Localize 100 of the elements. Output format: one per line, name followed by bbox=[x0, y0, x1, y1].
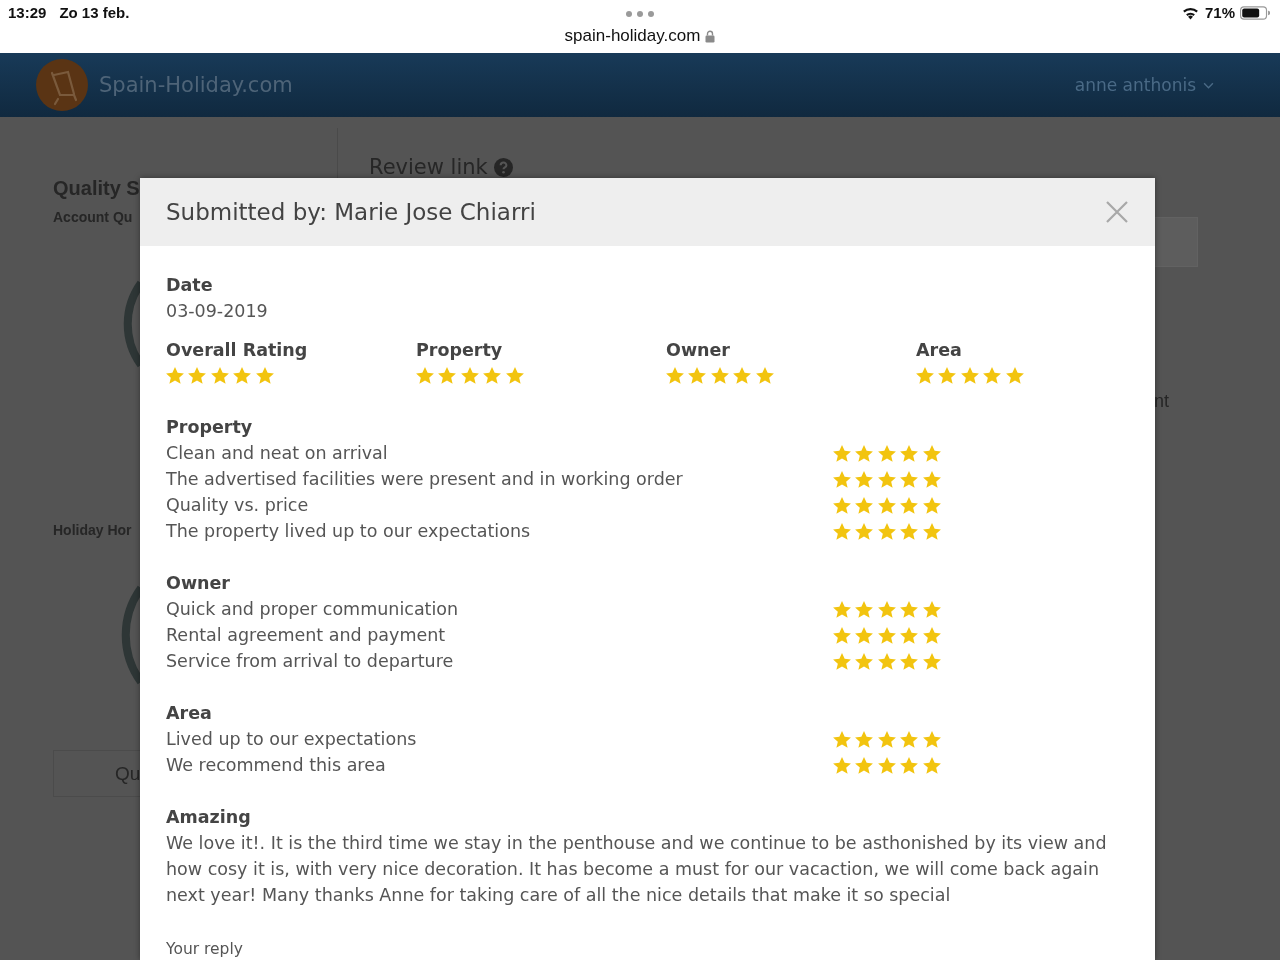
star-icon bbox=[900, 652, 919, 670]
section-heading: Property bbox=[166, 416, 253, 439]
star-icon bbox=[416, 367, 434, 384]
star-icon bbox=[922, 600, 941, 618]
criterion-label: Rental agreement and payment bbox=[166, 624, 446, 647]
dialog-title: Submitted by: Marie Jose Chiarri bbox=[166, 199, 536, 225]
section-heading: Owner bbox=[166, 572, 230, 595]
star-icon bbox=[877, 756, 896, 774]
star-icon bbox=[900, 470, 919, 488]
star-icon bbox=[833, 496, 851, 514]
rating-label: Overall Rating bbox=[166, 339, 308, 362]
review-title: Amazing bbox=[166, 806, 251, 829]
star-icon bbox=[922, 522, 941, 540]
star-icon bbox=[900, 522, 919, 540]
star-icon bbox=[877, 444, 896, 462]
star-icon bbox=[900, 626, 919, 644]
star-icon bbox=[900, 496, 919, 514]
star-icon bbox=[900, 756, 919, 774]
star-icon bbox=[922, 470, 941, 488]
criterion-label: We recommend this area bbox=[166, 754, 386, 777]
star-icon bbox=[505, 367, 524, 384]
logo-text[interactable]: Spain-Holiday.com bbox=[99, 73, 293, 97]
criterion-label: The advertised facilities were present and in working order bbox=[166, 468, 683, 491]
status-date: Zo 13 feb. bbox=[59, 4, 130, 21]
field-value: 03-09-2019 bbox=[166, 300, 268, 323]
star-icon bbox=[255, 367, 274, 384]
chair-logo-icon[interactable] bbox=[36, 59, 88, 111]
star-icon bbox=[938, 367, 957, 384]
star-icon bbox=[877, 522, 896, 540]
star-icon bbox=[916, 367, 934, 384]
star-icon bbox=[483, 367, 502, 384]
star-icon bbox=[877, 470, 896, 488]
address-url[interactable]: spain-holiday.com bbox=[564, 26, 701, 46]
star-icon bbox=[922, 652, 941, 670]
star-icon bbox=[855, 730, 874, 748]
star-icon bbox=[877, 626, 896, 644]
field-label: Date bbox=[166, 274, 213, 297]
section-heading: Area bbox=[166, 702, 212, 725]
star-icon bbox=[833, 626, 851, 644]
input-field[interactable] bbox=[1154, 217, 1198, 267]
star-icon bbox=[210, 367, 229, 384]
star-icon bbox=[855, 626, 874, 644]
chevron-down-icon bbox=[1203, 81, 1214, 89]
star-icon bbox=[922, 730, 941, 748]
battery-percentage: 71% bbox=[1204, 4, 1235, 21]
rating-label: Area bbox=[916, 339, 962, 362]
star-icon bbox=[877, 730, 896, 748]
star-icon bbox=[877, 496, 896, 514]
star-icon bbox=[833, 522, 851, 540]
star-icon bbox=[960, 367, 979, 384]
star-icon bbox=[855, 444, 874, 462]
reply-label: Your reply bbox=[166, 939, 243, 959]
star-icon bbox=[855, 470, 874, 488]
criterion-label: The property lived up to our expectations bbox=[166, 520, 531, 543]
star-icon bbox=[877, 600, 896, 618]
star-icon bbox=[855, 496, 874, 514]
star-icon bbox=[877, 652, 896, 670]
dots-icon[interactable] bbox=[626, 11, 654, 17]
star-icon bbox=[922, 444, 941, 462]
star-icon bbox=[855, 652, 874, 670]
star-icon bbox=[755, 367, 774, 384]
criterion-label: Service from arrival to departure bbox=[166, 650, 454, 673]
star-icon bbox=[833, 756, 851, 774]
help-icon[interactable] bbox=[493, 157, 513, 177]
battery-icon bbox=[1240, 5, 1270, 20]
star-icon bbox=[922, 626, 941, 644]
close-button[interactable] bbox=[1106, 201, 1128, 223]
star-icon bbox=[188, 367, 207, 384]
criterion-label: Lived up to our expectations bbox=[166, 728, 417, 751]
star-icon bbox=[833, 470, 851, 488]
star-icon bbox=[733, 367, 752, 384]
star-icon bbox=[688, 367, 707, 384]
star-icon bbox=[833, 652, 851, 670]
close-icon bbox=[1106, 201, 1128, 223]
star-icon bbox=[460, 367, 479, 384]
star-icon bbox=[233, 367, 252, 384]
star-icon bbox=[855, 522, 874, 540]
star-icon bbox=[166, 367, 184, 384]
star-icon bbox=[1005, 367, 1024, 384]
criterion-label: Quality vs. price bbox=[166, 494, 309, 517]
criterion-label: Clean and neat on arrival bbox=[166, 442, 388, 465]
star-icon bbox=[900, 730, 919, 748]
star-icon bbox=[833, 444, 851, 462]
clock-time: 13:29 bbox=[8, 4, 47, 21]
star-icon bbox=[666, 367, 684, 384]
review-text: We love it!. It is the third time we stay in the penthouse and we continue to be asthonished by its view and how cosy it is, with very nice decoration. It has become a must for our vacaction, we will come back again next year! Many thanks Anne for taking care of all the nice details that make it so special bbox=[166, 832, 1108, 907]
star-icon bbox=[833, 730, 851, 748]
lock-icon bbox=[705, 29, 716, 43]
rating-label: Owner bbox=[666, 339, 730, 362]
star-icon bbox=[833, 600, 851, 618]
star-icon bbox=[922, 756, 941, 774]
user-menu-button[interactable]: anne anthonis bbox=[1074, 75, 1214, 95]
star-icon bbox=[710, 367, 729, 384]
star-icon bbox=[922, 496, 941, 514]
star-icon bbox=[900, 600, 919, 618]
criterion-label: Quick and proper communication bbox=[166, 598, 459, 621]
rating-label: Property bbox=[416, 339, 503, 362]
star-icon bbox=[438, 367, 457, 384]
star-icon bbox=[855, 600, 874, 618]
star-icon bbox=[983, 367, 1002, 384]
